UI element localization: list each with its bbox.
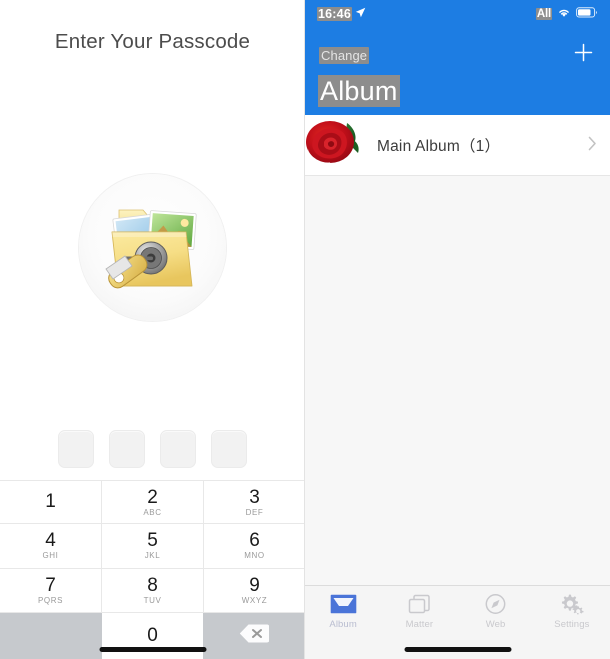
- page-title: Enter Your Passcode: [54, 30, 251, 53]
- tab-label: Web: [485, 619, 506, 630]
- key-letters: PQRS: [37, 595, 64, 605]
- locked-folder-icon: [79, 174, 226, 321]
- key-letters: ABC: [143, 507, 162, 517]
- key-digit: 8: [147, 574, 158, 596]
- status-time: 16:46: [317, 7, 352, 21]
- numeric-keypad: 1 2 ABC 3 DEF 4 GHI 5 JKL 6 MNO 7 PQRS 8…: [0, 480, 304, 659]
- key-4[interactable]: 4 GHI: [0, 524, 102, 569]
- page-title: Album: [318, 75, 400, 107]
- album-list: Main Album（1）: [305, 115, 610, 176]
- key-5[interactable]: 5 JKL: [102, 524, 204, 569]
- location-arrow-icon: [355, 5, 366, 23]
- album-thumbnail: [305, 115, 367, 175]
- passcode-box-4[interactable]: [211, 430, 247, 468]
- empty-content-area: [305, 176, 610, 585]
- key-digit: 4: [45, 530, 56, 552]
- status-bar-left: 16:46: [317, 5, 366, 23]
- key-digit: 0: [147, 625, 158, 647]
- nav-actions-row: Change: [305, 42, 610, 68]
- keypad-row-2: 4 GHI 5 JKL 6 MNO: [0, 524, 304, 569]
- passcode-box-2[interactable]: [109, 430, 145, 468]
- key-0[interactable]: 0: [101, 612, 204, 659]
- key-9[interactable]: 9 WXYZ: [204, 568, 304, 613]
- key-letters: DEF: [245, 507, 264, 517]
- backspace-icon: [239, 623, 270, 649]
- key-digit: 9: [249, 574, 260, 596]
- tab-album[interactable]: Album: [305, 586, 381, 630]
- key-digit: 2: [147, 486, 158, 508]
- key-digit: 3: [249, 486, 260, 508]
- chevron-right-icon: [588, 136, 597, 154]
- key-digit: 7: [45, 574, 56, 596]
- change-button[interactable]: Change: [319, 46, 370, 64]
- tab-label: Album: [329, 619, 357, 630]
- tab-web[interactable]: Web: [458, 586, 534, 630]
- home-indicator: [99, 647, 206, 652]
- stacked-squares-icon: [406, 592, 433, 616]
- add-album-button[interactable]: [570, 42, 596, 68]
- passcode-box-3[interactable]: [160, 430, 196, 468]
- keypad-spacer: [0, 613, 102, 659]
- key-2[interactable]: 2 ABC: [102, 480, 204, 525]
- key-letters: TUV: [143, 595, 162, 605]
- status-carrier: All: [535, 8, 552, 20]
- album-panel: 16:46 All Change Album Main Album（1） Alb…: [305, 0, 610, 659]
- compass-icon: [482, 592, 509, 616]
- wifi-icon: [557, 5, 571, 23]
- key-letters: MNO: [244, 551, 265, 561]
- key-letters: GHI: [42, 551, 59, 561]
- key-8[interactable]: 8 TUV: [102, 568, 204, 613]
- key-digit: 1: [45, 491, 56, 513]
- status-bar: 16:46 All: [305, 0, 610, 28]
- key-3[interactable]: 3 DEF: [204, 480, 304, 525]
- passcode-panel: Enter Your Passcode 1 2 ABC 3 DEF 4 GHI …: [0, 0, 305, 659]
- status-bar-right: All: [535, 5, 598, 23]
- key-letters: JKL: [144, 551, 161, 561]
- list-item[interactable]: Main Album（1）: [305, 115, 610, 176]
- tab-label: Settings: [554, 619, 590, 630]
- tab-label: Matter: [405, 619, 434, 630]
- passcode-box-1[interactable]: [58, 430, 94, 468]
- key-1[interactable]: 1: [0, 480, 102, 525]
- keypad-row-4: 0: [0, 612, 304, 659]
- key-letters: WXYZ: [241, 595, 268, 605]
- home-indicator: [404, 647, 511, 652]
- plus-icon: [573, 42, 594, 68]
- key-digit: 5: [147, 530, 158, 552]
- keypad-row-3: 7 PQRS 8 TUV 9 WXYZ: [0, 568, 304, 613]
- keypad-row-1: 1 2 ABC 3 DEF: [0, 480, 304, 525]
- tab-bar: Album Matter Web Settings: [305, 585, 610, 659]
- album-tray-icon: [330, 592, 357, 616]
- app-screen: Enter Your Passcode 1 2 ABC 3 DEF 4 GHI …: [0, 0, 610, 659]
- passcode-field[interactable]: [0, 430, 304, 468]
- album-name: Main Album（1）: [377, 138, 501, 155]
- key-digit: 6: [249, 530, 260, 552]
- delete-key[interactable]: [203, 613, 304, 659]
- key-7[interactable]: 7 PQRS: [0, 568, 102, 613]
- tab-settings[interactable]: Settings: [534, 586, 610, 630]
- key-6[interactable]: 6 MNO: [204, 524, 304, 569]
- battery-icon: [576, 5, 598, 23]
- tab-matter[interactable]: Matter: [381, 586, 457, 630]
- gears-icon: [558, 592, 585, 616]
